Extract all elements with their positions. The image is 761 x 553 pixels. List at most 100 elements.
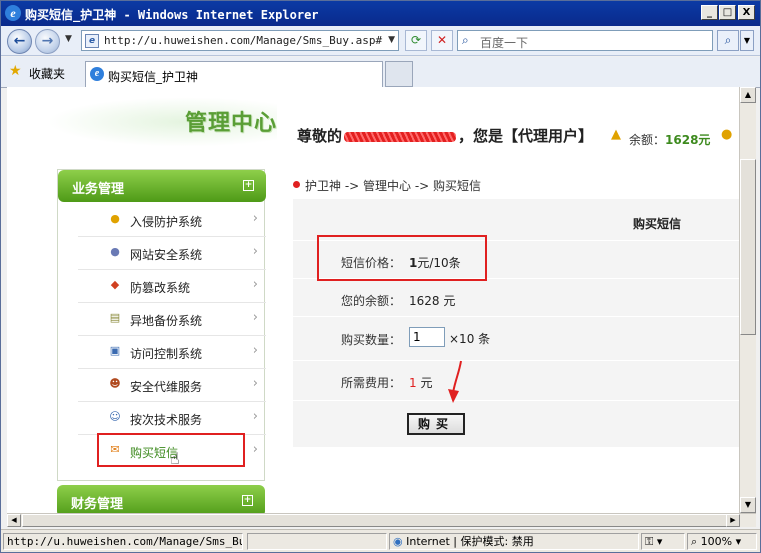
status-security[interactable]: ⚿ ▾ [641,533,685,550]
shield-icon: ◆ [110,278,120,291]
search-field[interactable]: ⌕ 百度一下 [457,30,713,51]
page-viewport: 管理中心 尊敬的 ，您是【代理用户】 ▲ 余额：1628元 ● 业务管理 + ● … [7,87,739,513]
quantity-row: 购买数量： 1 ×10 条 [293,317,739,361]
expand-icon[interactable]: + [242,495,253,506]
horizontal-scrollbar[interactable]: ◀ ▶ [7,513,756,527]
chevron-right-icon: › [252,409,258,424]
hand-cursor-icon: ☝ [170,449,180,468]
greeting-suffix: ，您是【代理用户】 [458,127,594,145]
lightbulb-icon: ● [110,212,120,225]
sidebar-item-label: 网站安全系统 [130,248,203,262]
buy-button[interactable]: 购买 [407,413,465,435]
search-button[interactable]: ⌕ [717,30,739,51]
vertical-scrollbar[interactable]: ▲ ▼ [739,87,756,513]
form-title: 购买短信 [633,217,682,231]
sidebar-item-label: 按次技术服务 [130,413,203,427]
minimize-button[interactable]: _ [701,5,718,20]
search-engine-icon: ⌕ [462,33,469,47]
scroll-left-icon[interactable]: ◀ [7,514,21,527]
sidebar-item-backup[interactable]: ▤ 异地备份系统 › [78,303,266,336]
sidebar-item-website-security[interactable]: ● 网站安全系统 › [78,237,266,270]
status-url: http://u.huweishen.com/Manage/Sms_Buy.as… [3,533,243,550]
horizontal-scroll-thumb[interactable] [22,514,736,527]
section-business-label: 业务管理 [72,182,125,197]
globe-icon: ◉ [393,535,403,548]
balance-label: 余额： [629,133,666,147]
status-bar: http://u.huweishen.com/Manage/Sms_Buy.as… [1,529,760,552]
quantity-input[interactable]: 1 [409,327,445,347]
search-options-icon[interactable]: ▼ [740,30,754,51]
favorites-button[interactable]: 收藏夹 [29,65,65,82]
address-url[interactable]: http://u.huweishen.com/Manage/Sms_Buy.as… [104,34,382,47]
favorites-star-icon[interactable]: ★ [9,63,22,79]
scroll-right-icon[interactable]: ▶ [726,514,740,527]
user-greeting: 尊敬的 ，您是【代理用户】 [297,125,593,146]
status-progress [247,533,387,550]
sidebar-item-label: 访问控制系统 [130,347,203,361]
address-field[interactable]: e http://u.huweishen.com/Manage/Sms_Buy.… [81,30,399,51]
admin-center-logo: 管理中心 [185,111,278,136]
expand-icon[interactable]: + [243,180,254,191]
status-zone-text: Internet | 保护模式: 禁用 [406,535,534,548]
redacted-username [344,131,457,142]
forward-button[interactable]: → [35,29,60,54]
sidebar-section-finance-wrap: 财务管理 + [57,485,265,513]
quantity-unit: ×10 条 [449,332,491,346]
sidebar-item-access-control[interactable]: ▣ 访问控制系统 › [78,336,266,369]
sidebar-item-intrusion[interactable]: ● 入侵防护系统 › [78,204,266,237]
sidebar-item-label: 安全代维服务 [130,380,203,394]
tab-title: 购买短信_护卫神 [108,70,199,84]
cost-row: 所需费用： 1 元 [293,361,739,401]
chevron-right-icon: › [252,442,258,457]
scroll-up-icon[interactable]: ▲ [740,87,756,103]
stop-button[interactable]: ✕ [431,30,453,51]
history-dropdown-icon[interactable]: ▼ [65,34,72,44]
lock-icon: ⚿ [645,535,654,548]
chevron-right-icon: › [252,277,258,292]
sidebar-section-business[interactable]: 业务管理 + [58,170,266,202]
cost-value: 1 [409,376,417,390]
zoom-dropdown-icon: ▾ [735,535,742,548]
address-toolbar: ← → ▼ e http://u.huweishen.com/Manage/Sm… [1,26,760,56]
sidebar-section-finance[interactable]: 财务管理 + [57,485,265,513]
zoom-level: 100% [700,535,733,548]
maximize-button[interactable]: □ [719,5,736,20]
window-title: 购买短信_护卫神 - Windows Internet Explorer [25,8,319,22]
message-bubble-icon[interactable]: ● [721,127,732,142]
ie-logo-icon: e [5,5,21,21]
tab-ie-icon: e [90,67,104,81]
refresh-button[interactable]: ⟳ [405,30,427,51]
status-zone[interactable]: ◉ Internet | 保护模式: 禁用 [389,533,639,550]
sidebar-item-tamper-proof[interactable]: ◆ 防篡改系统 › [78,270,266,303]
user-icon: ☺ [109,410,121,423]
annotation-arrow-icon [448,360,462,403]
sidebar-item-maintenance[interactable]: ☻ 安全代维服务 › [78,369,266,402]
cost-value-wrap: 1 元 [409,374,432,391]
search-placeholder[interactable]: 百度一下 [480,34,528,51]
ie-window: e 购买短信_护卫神 - Windows Internet Explorer _… [0,0,761,553]
new-tab-button[interactable] [385,61,413,87]
chevron-right-icon: › [252,211,258,226]
sidebar-item-label: 防篡改系统 [130,281,191,295]
tab-current[interactable]: e 购买短信_护卫神 [85,61,383,88]
page-icon: e [85,34,99,48]
scroll-down-icon[interactable]: ▼ [740,497,756,513]
chevron-right-icon: › [252,310,258,325]
coins-icon: ▲ [611,127,621,142]
chevron-right-icon: › [252,244,258,259]
sidebar-item-tech-service[interactable]: ☺ 按次技术服务 › [78,402,266,435]
zoom-control[interactable]: ⌕ 100% ▾ [687,533,757,550]
form-balance-label: 您的余额： [340,294,401,308]
chevron-right-icon: › [252,343,258,358]
back-button[interactable]: ← [7,29,32,54]
close-button[interactable]: X [738,5,755,20]
vertical-scroll-thumb[interactable] [740,159,756,335]
balance-row: 您的余额： 1628 元 [293,279,739,317]
breadcrumb-bullet-icon [293,181,300,188]
cost-unit: 元 [420,376,433,390]
zoom-icon: ⌕ [691,535,698,548]
phone-icon: ▣ [109,344,121,357]
header-balance: 余额：1628元 [629,131,710,148]
address-dropdown-icon[interactable]: ▼ [388,35,395,45]
security-dropdown-icon: ▾ [656,535,663,548]
